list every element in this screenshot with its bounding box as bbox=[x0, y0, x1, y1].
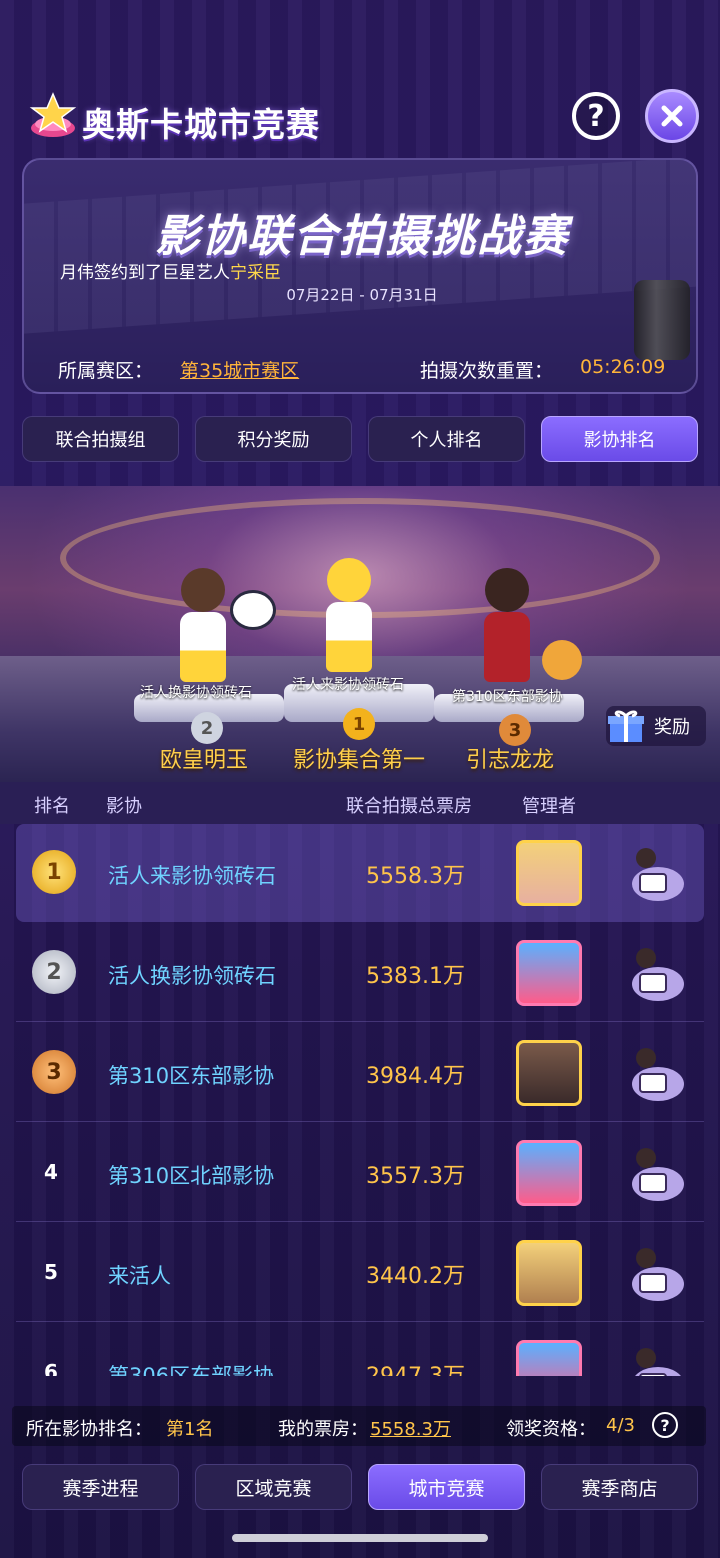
ticker-text: 月伟签约到了巨星艺人 bbox=[60, 263, 230, 283]
help-button[interactable]: ? bbox=[572, 92, 620, 140]
home-indicator[interactable] bbox=[232, 1534, 488, 1542]
tab-points-reward[interactable]: 积分奖励 bbox=[195, 416, 352, 462]
header: 奥斯卡城市竞赛 ? bbox=[0, 80, 720, 150]
header-manager: 管理者 bbox=[522, 796, 576, 817]
rank-number: 5 bbox=[44, 1260, 58, 1284]
director-icon[interactable] bbox=[620, 1244, 686, 1304]
bottom-nav: 赛季进程 区域竞赛 城市竞赛 赛季商店 bbox=[22, 1464, 698, 1510]
first-medal-icon: 1 bbox=[343, 708, 375, 740]
rank-number: 6 bbox=[44, 1360, 58, 1376]
manager-avatar[interactable] bbox=[516, 940, 582, 1006]
manager-avatar[interactable] bbox=[516, 1340, 582, 1376]
table-row[interactable]: 2 活人换影协领砖石 5383.1万 bbox=[16, 924, 704, 1022]
reset-countdown: 05:26:09 bbox=[580, 356, 666, 378]
qualification-label: 领奖资格： bbox=[506, 1419, 596, 1440]
page-title: 奥斯卡城市竞赛 bbox=[82, 105, 320, 144]
manager-avatar[interactable] bbox=[516, 1240, 582, 1306]
third-place-character bbox=[484, 568, 530, 682]
zone-link[interactable]: 第35城市赛区 bbox=[180, 356, 299, 383]
silver-medal-icon: 2 bbox=[32, 950, 76, 994]
guild-name[interactable]: 活人来影协领砖石 bbox=[108, 860, 276, 890]
close-button[interactable] bbox=[645, 89, 699, 143]
ranking-list[interactable]: 1 活人来影协领砖石 5558.3万 2 活人换影协领砖石 5383.1万 3 … bbox=[0, 824, 720, 1376]
oscar-logo-icon bbox=[29, 92, 77, 137]
qualification-value: 4/3 bbox=[606, 1415, 635, 1436]
nav-regional-competition[interactable]: 区域竞赛 bbox=[195, 1464, 352, 1510]
box-office-value: 5383.1万 bbox=[366, 964, 465, 989]
nav-season-shop[interactable]: 赛季商店 bbox=[541, 1464, 698, 1510]
director-icon[interactable] bbox=[620, 944, 686, 1004]
section-tabs: 联合拍摄组 积分奖励 个人排名 影协排名 bbox=[22, 416, 698, 462]
podium-stage: 活人换影协领砖石 活人来影协领砖石 第310区东部影协 2 1 3 欧皇明玉 影… bbox=[0, 486, 720, 782]
header-guild: 影协 bbox=[106, 796, 142, 817]
news-ticker: 月伟签约到了巨星艺人宁采臣 bbox=[60, 258, 281, 283]
zone-label: 所属赛区： bbox=[58, 360, 154, 382]
first-guild-label: 活人来影协领砖石 bbox=[292, 677, 404, 693]
event-title: 影协联合拍摄挑战赛 bbox=[155, 211, 569, 262]
header-rank: 排名 bbox=[34, 796, 70, 817]
bronze-medal-icon: 3 bbox=[32, 1050, 76, 1094]
question-icon: ? bbox=[587, 98, 605, 134]
guild-name[interactable]: 第306区东部影协 bbox=[108, 1360, 274, 1376]
tab-personal-ranking[interactable]: 个人排名 bbox=[368, 416, 525, 462]
box-office-value: 2947.3万 bbox=[366, 1358, 465, 1376]
my-rank-value: 第1名 bbox=[166, 1419, 214, 1440]
second-place-character bbox=[180, 568, 226, 682]
dog-pet-icon bbox=[542, 640, 582, 680]
header-box-office: 联合拍摄总票房 bbox=[346, 796, 472, 817]
guild-name[interactable]: 活人换影协领砖石 bbox=[108, 960, 276, 990]
my-box-label: 我的票房： bbox=[278, 1419, 368, 1440]
manager-avatar[interactable] bbox=[516, 1040, 582, 1106]
rank-number: 4 bbox=[44, 1160, 58, 1184]
tab-guild-ranking[interactable]: 影协排名 bbox=[541, 416, 698, 462]
table-row[interactable]: 1 活人来影协领砖石 5558.3万 bbox=[16, 824, 704, 922]
nav-season-progress[interactable]: 赛季进程 bbox=[22, 1464, 179, 1510]
ticker-highlight: 宁采臣 bbox=[230, 263, 281, 283]
my-rank-label: 所在影协排名： bbox=[26, 1419, 152, 1440]
director-icon[interactable] bbox=[620, 1344, 686, 1376]
reward-button[interactable]: 奖励 bbox=[606, 706, 706, 746]
director-icon[interactable] bbox=[620, 844, 686, 904]
my-box-value: 5558.3万 bbox=[370, 1419, 451, 1440]
gift-icon bbox=[608, 710, 644, 742]
first-place-character bbox=[326, 558, 372, 672]
penguin-pet-icon bbox=[230, 590, 276, 630]
nav-city-competition[interactable]: 城市竞赛 bbox=[368, 1464, 525, 1510]
guild-name[interactable]: 第310区东部影协 bbox=[108, 1060, 274, 1090]
second-place-name: 欧皇明玉 bbox=[160, 748, 249, 773]
director-icon[interactable] bbox=[620, 1144, 686, 1204]
second-guild-label: 活人换影协领砖石 bbox=[140, 685, 252, 701]
ranking-table-header: 排名 影协 联合拍摄总票房 管理者 bbox=[0, 782, 720, 824]
my-status-bar: 所在影协排名： 第1名 我的票房： 5558.3万 领奖资格： 4/3 ? bbox=[12, 1406, 706, 1446]
guild-name[interactable]: 第310区北部影协 bbox=[108, 1160, 274, 1190]
close-icon bbox=[661, 105, 683, 127]
event-banner: 影协联合拍摄挑战赛 月伟签约到了巨星艺人宁采臣 07月22日 - 07月31日 … bbox=[22, 158, 698, 394]
box-office-value: 3557.3万 bbox=[366, 1164, 465, 1189]
table-row[interactable]: 4 第310区北部影协 3557.3万 bbox=[16, 1124, 704, 1222]
manager-avatar[interactable] bbox=[516, 1140, 582, 1206]
gold-medal-icon: 1 bbox=[32, 850, 76, 894]
third-guild-label: 第310区东部影协 bbox=[452, 689, 563, 705]
box-office-value: 3984.4万 bbox=[366, 1064, 465, 1089]
reward-label: 奖励 bbox=[654, 717, 690, 738]
tab-joint-shooting[interactable]: 联合拍摄组 bbox=[22, 416, 179, 462]
table-row[interactable]: 5 来活人 3440.2万 bbox=[16, 1224, 704, 1322]
qualification-help-icon[interactable]: ? bbox=[652, 1412, 678, 1438]
box-office-value: 5558.3万 bbox=[366, 864, 465, 889]
second-medal-icon: 2 bbox=[191, 712, 223, 744]
event-dates: 07月22日 - 07月31日 bbox=[286, 286, 438, 304]
first-place-name: 影协集合第一 bbox=[293, 748, 426, 773]
box-office-value: 3440.2万 bbox=[366, 1264, 465, 1289]
guild-name[interactable]: 来活人 bbox=[108, 1260, 171, 1290]
table-row[interactable]: 3 第310区东部影协 3984.4万 bbox=[16, 1024, 704, 1122]
manager-avatar[interactable] bbox=[516, 840, 582, 906]
table-row[interactable]: 6 第306区东部影协 2947.3万 bbox=[16, 1324, 704, 1376]
reset-label: 拍摄次数重置： bbox=[420, 360, 554, 382]
third-place-name: 引志龙龙 bbox=[466, 748, 555, 773]
director-icon[interactable] bbox=[620, 1044, 686, 1104]
